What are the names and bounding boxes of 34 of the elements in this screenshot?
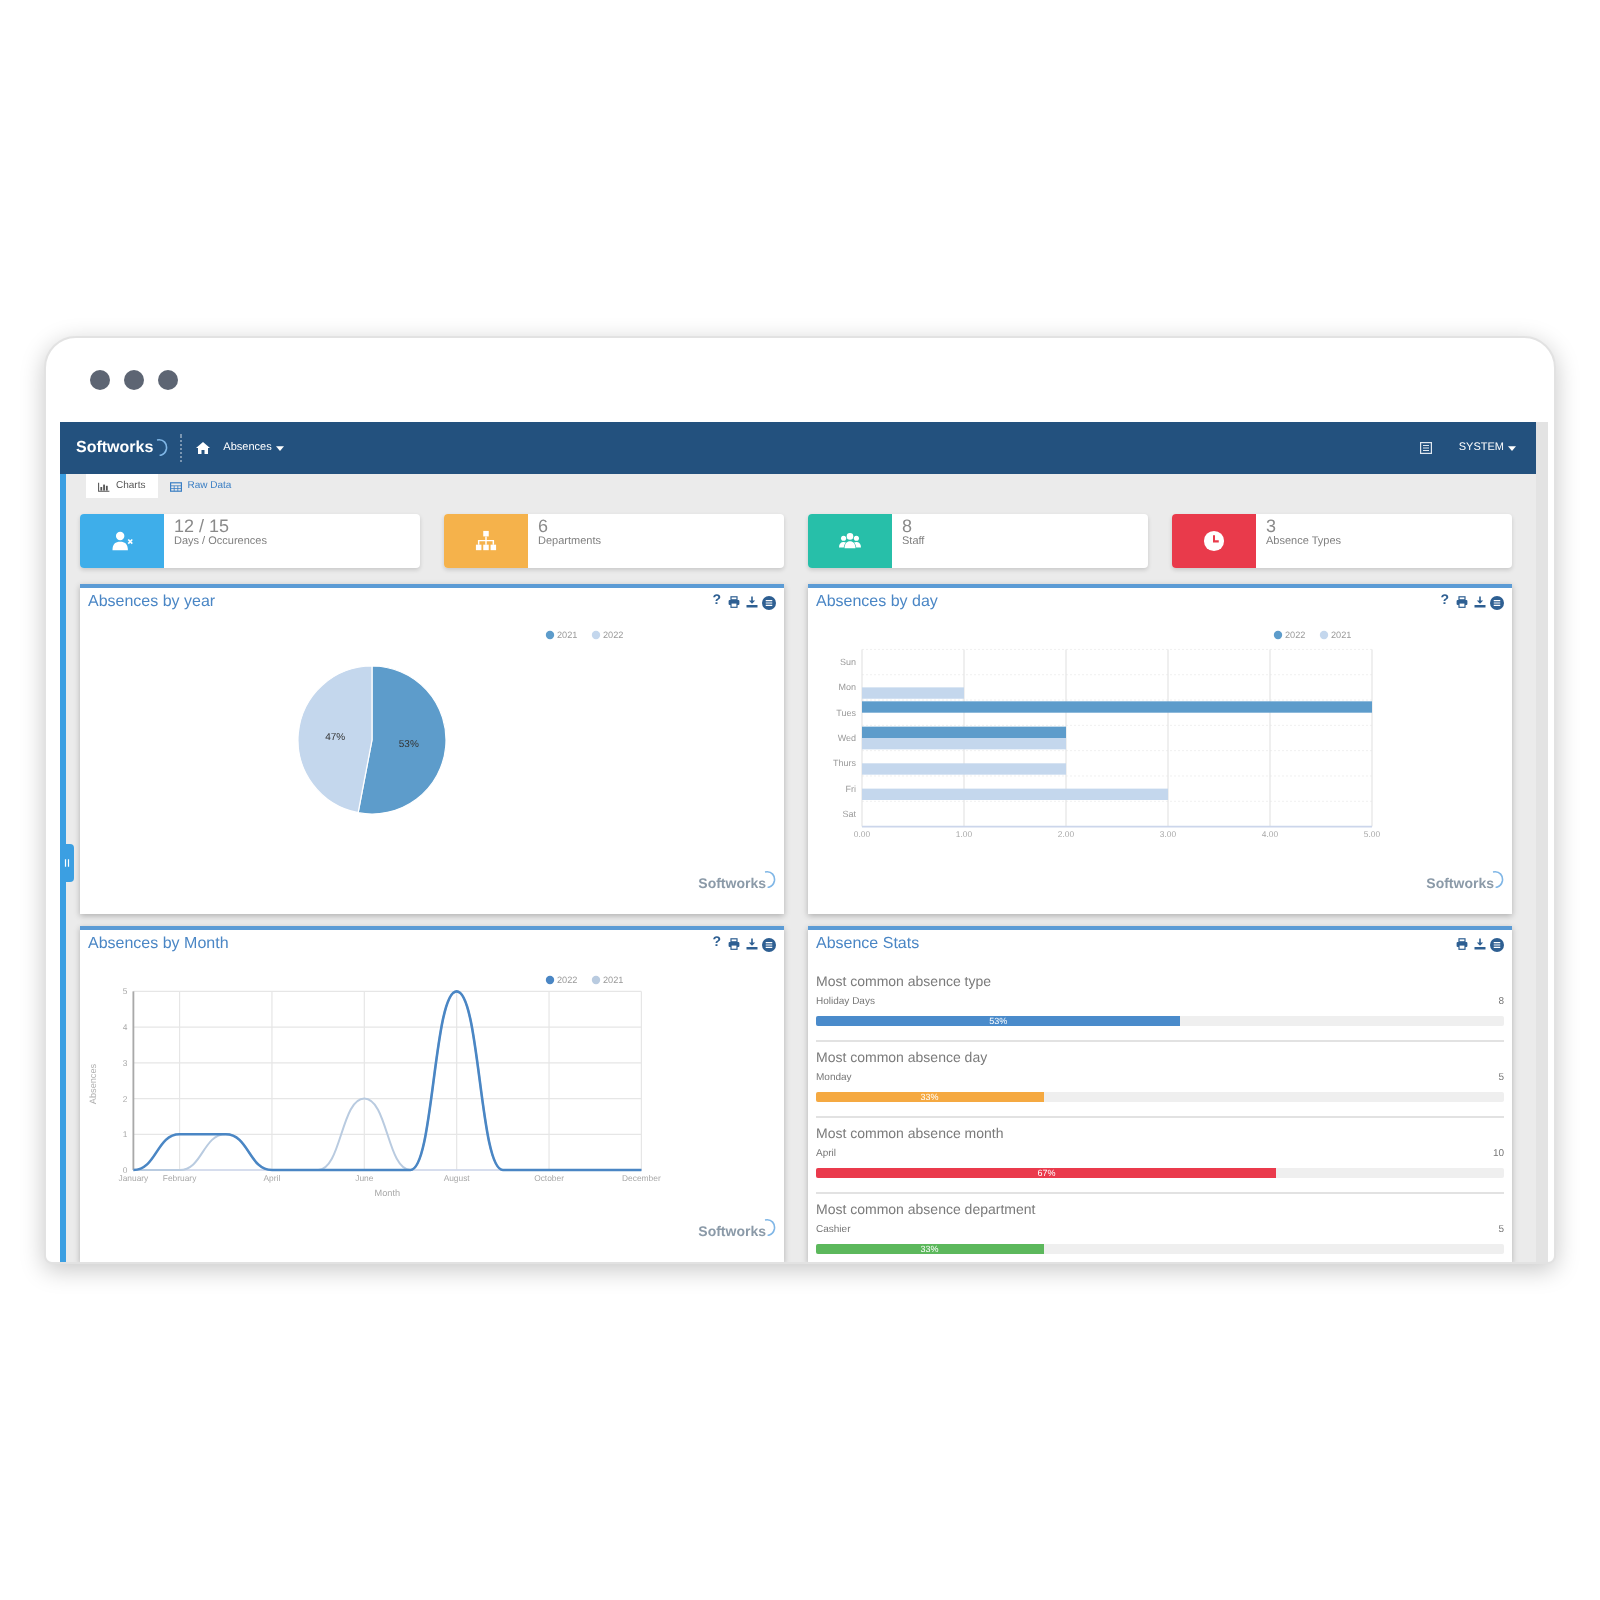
panel-title: Absences by year [88, 592, 216, 612]
summary-value: 3 [1266, 518, 1279, 536]
summary-value: 12 / 15 [174, 518, 232, 536]
panel-title: Absence Stats [816, 934, 920, 954]
summary-value: 8 [902, 518, 915, 536]
swoosh-icon [1492, 870, 1504, 888]
printer-icon[interactable] [1456, 596, 1468, 608]
download-icon[interactable] [745, 596, 757, 608]
swoosh-icon [155, 438, 168, 456]
home-icon[interactable] [195, 442, 210, 454]
printer-icon[interactable] [728, 596, 740, 608]
printer-icon[interactable] [1456, 938, 1468, 950]
download-icon[interactable] [1473, 938, 1485, 950]
swoosh-icon [764, 1218, 776, 1236]
grip-icon [64, 858, 70, 868]
printer-icon[interactable] [728, 938, 740, 950]
download-icon[interactable] [1473, 596, 1485, 608]
sidebar-toggle[interactable] [60, 844, 74, 882]
list-icon[interactable] [1420, 442, 1433, 454]
table-icon [169, 481, 182, 491]
menu-icon[interactable] [762, 937, 776, 951]
caret-icon [1508, 445, 1516, 451]
logo: Softworks [76, 438, 154, 458]
caret-icon [275, 445, 284, 451]
scrollbar[interactable] [1536, 422, 1548, 1262]
menu-icon[interactable] [1490, 937, 1504, 951]
bar-chart-icon [98, 481, 110, 491]
summary-value: 6 [538, 518, 551, 536]
swoosh-icon [764, 870, 776, 888]
menu-icon[interactable] [762, 595, 776, 609]
download-icon[interactable] [745, 938, 757, 950]
panel-title: Absences by day [816, 592, 938, 612]
panel-title: Absences by Month [88, 934, 229, 954]
menu-icon[interactable] [1490, 595, 1504, 609]
